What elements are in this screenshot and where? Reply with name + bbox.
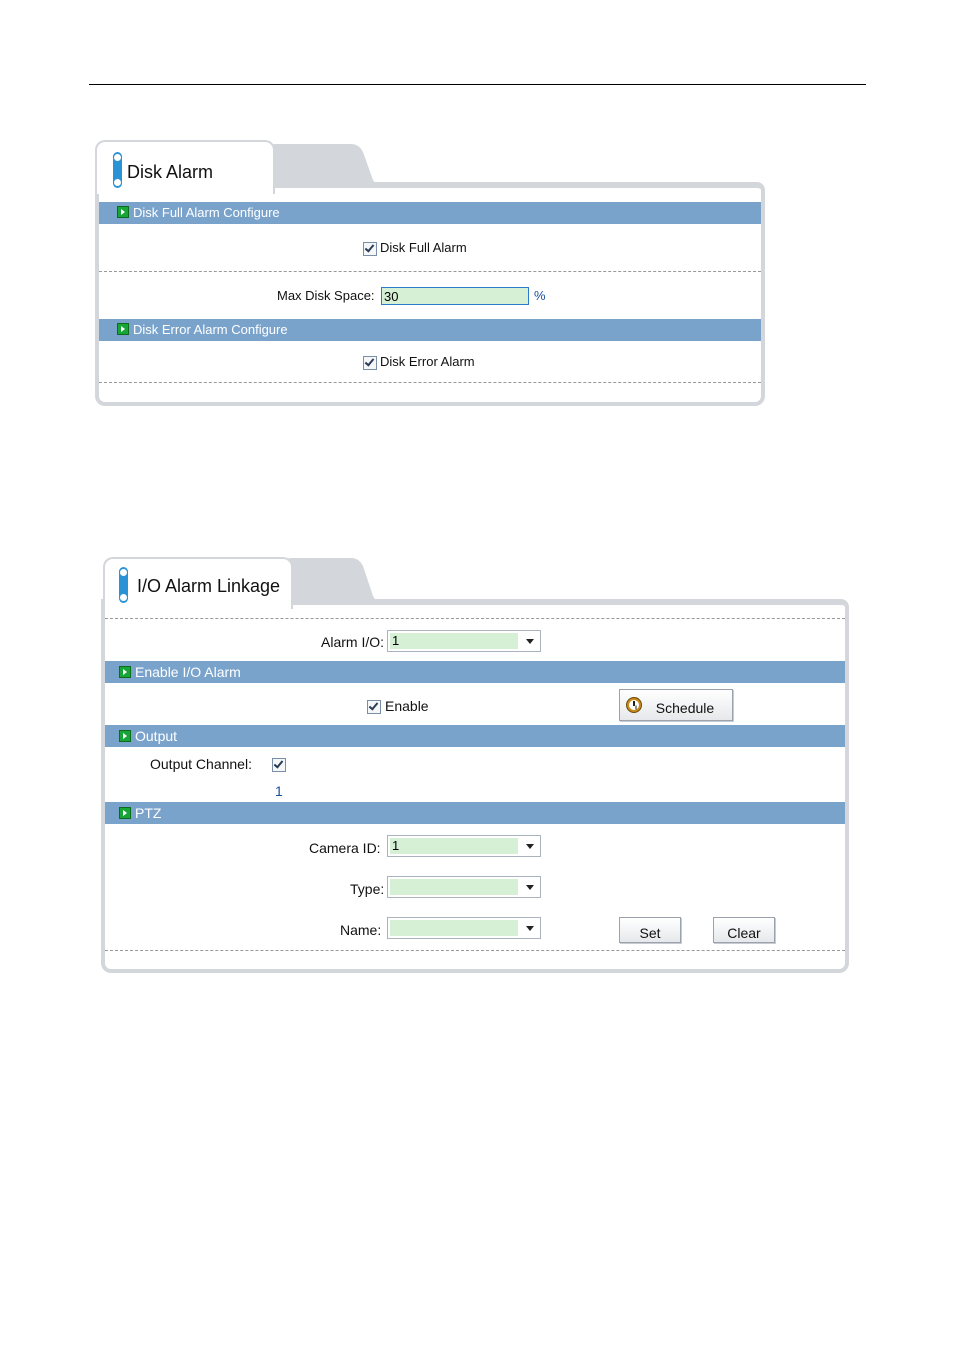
ptz-section-title: PTZ (135, 805, 162, 821)
percent-unit: % (534, 288, 546, 303)
arrow-right-icon (119, 666, 131, 678)
arrow-right-icon (119, 807, 131, 819)
arrow-right-icon (119, 730, 131, 742)
disk-error-section-title: Disk Error Alarm Configure (133, 322, 288, 337)
divider (105, 618, 845, 619)
io-alarm-frame: Alarm I/O: 1 Enable I/O Alarm Enable Sch… (101, 599, 849, 973)
tab-marker-icon (119, 567, 128, 603)
schedule-button[interactable]: Schedule (619, 689, 733, 721)
enable-section-title: Enable I/O Alarm (135, 664, 241, 680)
schedule-button-label: Schedule (655, 700, 715, 716)
output-channel-label: Output Channel: (150, 756, 252, 772)
camera-id-label: Camera ID: (309, 840, 381, 856)
disk-alarm-title: Disk Alarm (127, 162, 214, 182)
enable-section-bar: Enable I/O Alarm (105, 661, 845, 683)
camera-id-value: 1 (390, 838, 518, 854)
arrow-right-icon (117, 206, 129, 218)
disk-full-alarm-label: Disk Full Alarm (380, 240, 467, 255)
io-alarm-panel: Alarm I/O: 1 Enable I/O Alarm Enable Sch… (101, 557, 849, 973)
enable-checkbox[interactable] (367, 700, 381, 714)
alarm-io-value: 1 (390, 633, 518, 649)
output-channel-number: 1 (275, 783, 283, 799)
ptz-section-bar: PTZ (105, 802, 845, 824)
chevron-down-icon (526, 926, 534, 931)
io-alarm-tab[interactable]: I/O Alarm Linkage (103, 557, 293, 609)
output-section-title: Output (135, 728, 178, 744)
set-button[interactable]: Set (619, 917, 681, 943)
chevron-down-icon (526, 639, 534, 644)
divider (99, 271, 761, 272)
disk-error-section-bar: Disk Error Alarm Configure (99, 319, 761, 341)
disk-alarm-tab[interactable]: Disk Alarm (95, 140, 275, 194)
disk-full-section-bar: Disk Full Alarm Configure (99, 202, 761, 224)
disk-error-alarm-label: Disk Error Alarm (380, 354, 475, 369)
divider (105, 950, 845, 951)
camera-id-select[interactable]: 1 (387, 835, 541, 857)
disk-error-alarm-checkbox[interactable] (363, 356, 377, 370)
clear-button[interactable]: Clear (713, 917, 775, 943)
divider (99, 382, 761, 383)
clock-icon (626, 697, 642, 713)
name-select[interactable] (387, 917, 541, 939)
type-label: Type: (350, 881, 385, 897)
name-label: Name: (340, 922, 382, 938)
output-channel-checkbox[interactable] (272, 758, 286, 772)
tab-background-slant (341, 558, 387, 604)
name-value (390, 920, 518, 936)
output-section-bar: Output (105, 725, 845, 747)
enable-label: Enable (385, 698, 429, 714)
io-alarm-title: I/O Alarm Linkage (137, 576, 281, 596)
tab-marker-icon (113, 152, 122, 188)
type-value (390, 879, 518, 895)
max-disk-space-label: Max Disk Space: (277, 288, 375, 303)
disk-alarm-frame: Disk Full Alarm Configure Disk Full Alar… (95, 182, 765, 406)
arrow-right-icon (117, 323, 129, 335)
disk-alarm-panel: Disk Full Alarm Configure Disk Full Alar… (95, 140, 765, 406)
max-disk-space-input[interactable]: 30 (381, 287, 529, 305)
page-top-rule (89, 84, 866, 85)
disk-full-alarm-checkbox[interactable] (363, 242, 377, 256)
chevron-down-icon (526, 885, 534, 890)
alarm-io-label: Alarm I/O: (321, 634, 385, 650)
chevron-down-icon (526, 844, 534, 849)
type-select[interactable] (387, 876, 541, 898)
disk-full-section-title: Disk Full Alarm Configure (133, 205, 280, 220)
alarm-io-select[interactable]: 1 (387, 630, 541, 652)
